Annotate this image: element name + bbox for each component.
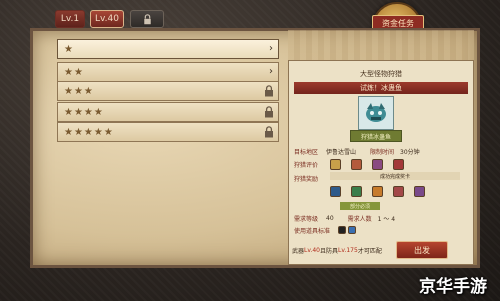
quest-type-title: 大型怪物狩猎	[360, 70, 402, 78]
chevron-right-icon: ›	[269, 43, 273, 54]
reward-icons	[330, 185, 425, 197]
quest-target-title: 试炼！冰蛊鱼	[294, 82, 468, 94]
item-icon	[338, 226, 346, 234]
reward-item-icon	[372, 185, 383, 197]
tab-level-1[interactable]: Lv.1	[55, 10, 85, 28]
requirement-line: 需求等级 40 需求人数 1 ～ 4	[294, 213, 468, 223]
time-label: 限制时间	[370, 148, 395, 156]
item-standard-line: 使用道具标准	[294, 225, 468, 235]
area-value: 伊鲁达雪山	[326, 148, 357, 156]
tab-locked[interactable]	[130, 10, 164, 28]
monster-portrait	[358, 96, 394, 130]
quest-row-5star[interactable]: ★★★★★	[57, 122, 279, 142]
tab-level-40[interactable]: Lv.40	[90, 10, 124, 28]
tab-level-40-label: Lv.40	[95, 14, 119, 24]
level-value: 40	[326, 214, 334, 222]
area-label: 目标地区	[294, 148, 319, 156]
lock-icon	[143, 13, 151, 25]
weapon-requirement: Lv.40	[304, 246, 320, 254]
time-value: 30分钟	[400, 148, 420, 156]
people-value: 1 ～ 4	[377, 215, 396, 223]
people-label: 需求人数	[347, 215, 372, 223]
sub-band-tag: 部分必须	[340, 202, 380, 210]
quest-stars: ★★★	[64, 85, 94, 97]
quest-stars: ★★	[64, 66, 84, 78]
rating-monster-icon	[330, 158, 341, 170]
chevron-right-icon: ›	[269, 66, 273, 77]
reward-item-icon	[330, 185, 341, 197]
quest-row-3star[interactable]: ★★★	[57, 81, 279, 101]
quest-stars: ★	[64, 43, 74, 55]
area-time-line: 目标地区 伊鲁达雪山 限制时间 30分钟	[294, 146, 468, 156]
monster-icon	[366, 103, 386, 122]
rating-monster-icon	[351, 158, 362, 170]
reward-item-icon	[351, 185, 362, 197]
reward-item-icon	[414, 185, 425, 197]
armor-requirement: Lv.175	[338, 246, 358, 254]
quest-stars: ★★★★	[64, 106, 104, 118]
tab-level-1-label: Lv.1	[60, 14, 80, 24]
item-standard-label: 使用道具标准	[294, 227, 331, 235]
lock-icon	[265, 126, 273, 138]
reward-label: 狩猎奖励	[294, 176, 319, 183]
watermark: 京华手游	[419, 276, 487, 297]
rating-monster-icon	[372, 158, 383, 170]
lock-icon	[265, 85, 273, 97]
armor-prefix: 且防具	[320, 247, 339, 255]
quest-row-2star[interactable]: ★★ ›	[57, 62, 279, 82]
reward-item-icon	[393, 185, 404, 197]
rating-monster-icon	[393, 158, 404, 170]
reward-condition: 成功完成奖卡	[330, 172, 460, 180]
rating-label: 狩猎评价	[294, 162, 319, 169]
quest-stars: ★★★★★	[64, 126, 114, 138]
matching-requirement-note: 武器 Lv.40 且防具 Lv.175 才可匹配	[292, 245, 382, 255]
monster-name-tag: 狩猎冰蛊鱼	[350, 130, 402, 142]
quest-row-1star[interactable]: ★ ›	[57, 39, 279, 59]
level-label: 需求等级	[294, 215, 319, 223]
match-suffix: 才可匹配	[357, 247, 382, 255]
weapon-prefix: 武器	[292, 247, 305, 255]
rating-icons	[330, 158, 404, 170]
item-icon	[348, 226, 356, 234]
quest-row-4star[interactable]: ★★★★	[57, 102, 279, 122]
decorative-border	[288, 30, 474, 60]
depart-button[interactable]: 出发	[396, 241, 448, 259]
lock-icon	[265, 106, 273, 118]
